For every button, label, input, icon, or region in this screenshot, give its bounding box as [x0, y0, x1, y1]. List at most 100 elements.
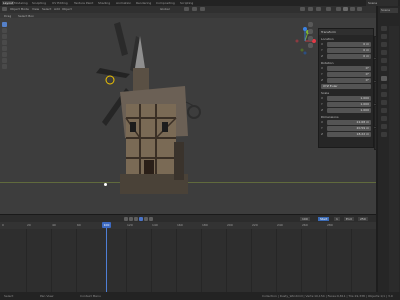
gizmo-toggle-icon[interactable] [308, 7, 313, 11]
end-frame-field[interactable]: 250 [358, 217, 368, 221]
scale-tool-icon[interactable] [2, 46, 7, 51]
jump-end-icon[interactable] [149, 217, 153, 221]
menu-view[interactable]: View [32, 7, 39, 11]
measure-tool-icon[interactable] [2, 64, 7, 69]
location-z-field[interactable]: 0 m [327, 54, 371, 59]
shading-solid-icon[interactable] [343, 7, 348, 11]
workspace-tab-shading[interactable]: Shading [98, 1, 110, 5]
editor-type-icon[interactable] [2, 7, 7, 11]
rotation-z-field[interactable]: 0° [327, 78, 371, 83]
play-reverse-icon[interactable] [134, 217, 138, 221]
scale-z-field[interactable]: 1.000 [327, 108, 371, 113]
visibility-icon[interactable] [300, 7, 305, 11]
tool-properties-icon[interactable] [381, 26, 387, 31]
dimensions-y-field[interactable]: 20.59 m [327, 126, 371, 131]
dimensions-x-field[interactable]: 22.68 m [327, 120, 371, 125]
shading-wireframe-icon[interactable] [336, 7, 341, 11]
xray-toggle-icon[interactable] [326, 7, 331, 11]
menu-object[interactable]: Object [62, 7, 72, 11]
pan-hand-icon[interactable] [308, 29, 313, 34]
menu-select[interactable]: Select [42, 7, 51, 11]
world-properties-icon[interactable] [381, 66, 387, 71]
select-tool-icon[interactable] [2, 22, 7, 27]
workspace-tab-modeling[interactable]: Modeling [14, 1, 28, 5]
prev-keyframe-icon[interactable] [129, 217, 133, 221]
proportional-edit-icon[interactable] [200, 7, 205, 11]
pivot-icon[interactable] [184, 7, 189, 11]
rotate-tool-icon[interactable] [2, 40, 7, 45]
scale-x-field[interactable]: 1.000 [327, 96, 371, 101]
windmill-model[interactable] [90, 18, 220, 198]
output-properties-icon[interactable] [381, 42, 387, 47]
modifier-properties-icon[interactable] [381, 84, 387, 89]
tab-item[interactable] [374, 36, 377, 58]
render-properties-icon[interactable] [381, 34, 387, 39]
frame-tick: 260 [302, 223, 308, 227]
annotate-tool-icon[interactable] [2, 58, 7, 63]
workspace-tab-scripting[interactable]: Scripting [180, 1, 193, 5]
axis-neg-z-icon [303, 51, 307, 55]
zoom-icon[interactable] [308, 22, 313, 27]
cursor-tool-icon[interactable] [2, 28, 7, 33]
rotation-mode-dropdown[interactable]: XYZ Euler [321, 84, 371, 89]
light-origin-marker [105, 75, 115, 85]
frame-gridline [326, 229, 327, 292]
play-icon[interactable] [139, 217, 143, 221]
dimensions-z-field[interactable]: 18.22 m [327, 132, 371, 137]
move-tool-icon[interactable] [2, 34, 7, 39]
snap-magnet-icon[interactable] [192, 7, 197, 11]
scene-properties-icon[interactable] [381, 58, 387, 63]
location-x-field[interactable]: 0 m [327, 42, 371, 47]
workspace-tab-uv-editing[interactable]: UV Editing [52, 1, 68, 5]
perspective-toggle-icon[interactable] [308, 43, 313, 48]
physics-icon[interactable] [381, 100, 387, 105]
constraints-icon[interactable] [381, 108, 387, 113]
transform-tool-icon[interactable] [2, 52, 7, 57]
tab-extra[interactable] [374, 128, 377, 150]
jump-start-icon[interactable] [124, 217, 128, 221]
playhead-line[interactable] [106, 222, 107, 292]
start-frame-field[interactable]: Start [318, 217, 330, 221]
camera-view-icon[interactable] [308, 36, 313, 41]
texture-properties-icon[interactable] [381, 132, 387, 137]
scale-y-field[interactable]: 1.000 [327, 102, 371, 107]
menu-add[interactable]: Add [54, 7, 60, 11]
properties-content[interactable] [389, 26, 399, 296]
tab-tool[interactable] [374, 59, 377, 81]
frame-gridline [351, 229, 352, 292]
workspace-tab-sculpting[interactable]: Sculpting [32, 1, 46, 5]
timeline-editor[interactable]: 0 20 40 60 120 140 160 180 200 220 240 2… [0, 222, 376, 292]
3d-viewport[interactable]: Object Mode View Select Add Object Globa… [0, 6, 377, 214]
workspace-tab-texture-paint[interactable]: Texture Paint [74, 1, 93, 5]
view-layer-icon[interactable] [381, 50, 387, 55]
mode-dropdown[interactable]: Object Mode [10, 7, 29, 11]
overlay-toggle-icon[interactable] [316, 7, 321, 11]
orientation-dropdown[interactable]: Global [160, 7, 170, 11]
transform-panel-title[interactable]: Transform [319, 29, 373, 35]
object-properties-icon[interactable] [381, 76, 387, 81]
shading-material-icon[interactable] [350, 7, 355, 11]
data-properties-icon[interactable] [381, 116, 387, 121]
playhead-frame-badge[interactable]: 100 [102, 222, 111, 228]
next-keyframe-icon[interactable] [144, 217, 148, 221]
start-frame-value[interactable]: 1 [334, 217, 340, 221]
properties-scene-field[interactable]: Scene [380, 8, 398, 13]
select-box-dropdown[interactable]: Select Box [18, 14, 34, 18]
tab-edit[interactable] [374, 105, 377, 127]
frame-ruler[interactable]: 0 20 40 60 120 140 160 180 200 220 240 2… [0, 222, 376, 229]
workspace-tab-animation[interactable]: Animation [116, 1, 131, 5]
particles-icon[interactable] [381, 92, 387, 97]
material-properties-icon[interactable] [381, 124, 387, 129]
status-hint-select: Select [4, 294, 14, 298]
current-frame-field[interactable]: 100 [300, 217, 310, 221]
tab-view[interactable] [374, 82, 377, 104]
properties-editor: Scene [378, 6, 400, 296]
shading-rendered-icon[interactable] [357, 7, 362, 11]
rotation-x-field[interactable]: 0° [327, 66, 371, 71]
workspace-tab-compositing[interactable]: Compositing [156, 1, 175, 5]
frame-tick: 180 [202, 223, 208, 227]
location-y-field[interactable]: 0 m [327, 48, 371, 53]
workspace-tab-rendering[interactable]: Rendering [136, 1, 151, 5]
workspace-tab-layout[interactable]: Layout [2, 1, 15, 5]
rotation-y-field[interactable]: 0° [327, 72, 371, 77]
